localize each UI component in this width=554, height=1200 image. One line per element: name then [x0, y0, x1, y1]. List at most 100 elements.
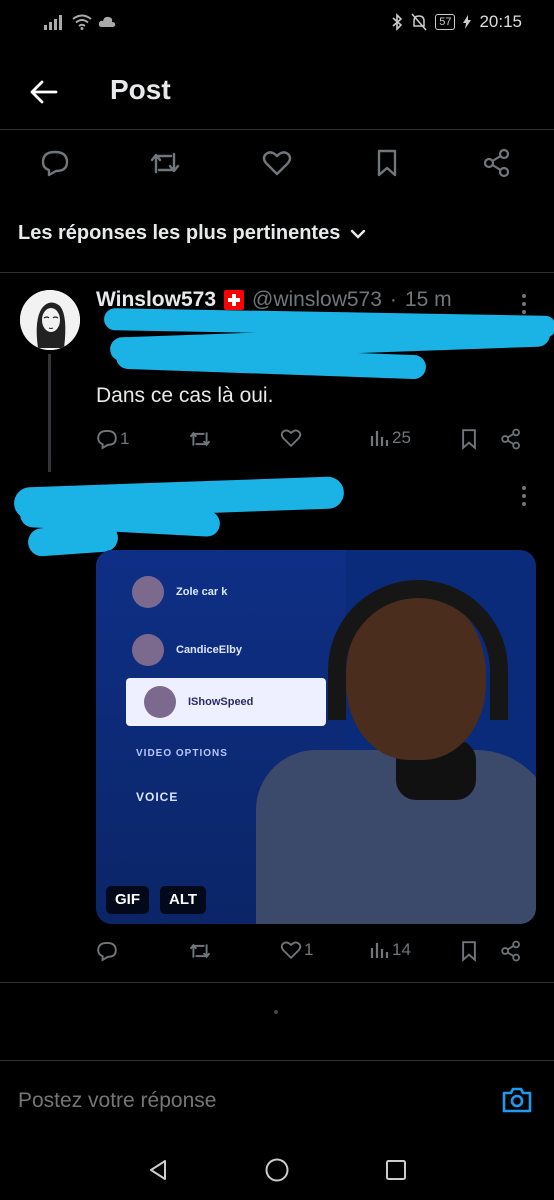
- media-text: IShowSpeed: [188, 696, 254, 708]
- more-options-button[interactable]: [514, 484, 534, 508]
- view-count: 14: [392, 940, 411, 959]
- tweet-text: Dans ce cas là oui.: [96, 384, 274, 407]
- heart-icon: [262, 151, 292, 176]
- like-button[interactable]: [260, 146, 294, 180]
- headphones-icon: [328, 580, 508, 720]
- page-title: Post: [110, 74, 171, 105]
- swiss-flag-icon: [224, 290, 245, 310]
- media-list-row: CandiceElby: [132, 634, 242, 666]
- repost-icon: [189, 431, 211, 447]
- bookmark-icon: [462, 429, 476, 450]
- reply-input[interactable]: [18, 1089, 438, 1113]
- media-text: CandiceElby: [176, 644, 243, 656]
- bookmark-button[interactable]: [460, 940, 478, 962]
- reply-actions: 1 14: [96, 940, 536, 970]
- divider: [0, 272, 554, 273]
- repost-icon: [150, 152, 180, 174]
- analytics-icon: [370, 943, 389, 958]
- sort-dropdown[interactable]: Les réponses les plus pertinentes: [18, 222, 366, 245]
- bookmark-button[interactable]: [460, 428, 478, 450]
- wifi-icon: [72, 14, 92, 30]
- circle-home-icon: [265, 1158, 289, 1182]
- media-gif[interactable]: Zole car k CandiceElby IShowSpeed VIDEO …: [96, 550, 536, 924]
- camera-icon: [502, 1087, 532, 1113]
- share-button[interactable]: [500, 428, 522, 450]
- heart-icon: [280, 429, 302, 448]
- battery-indicator: 57: [435, 14, 456, 30]
- reply-composer: [0, 1060, 554, 1140]
- like-count: 1: [304, 940, 314, 959]
- dot-icon: [522, 494, 526, 498]
- media-text: VOICE: [136, 790, 179, 804]
- triangle-back-icon: [150, 1160, 166, 1180]
- back-button[interactable]: [26, 74, 62, 110]
- comment-icon: [97, 941, 117, 962]
- app-header: Post: [0, 60, 554, 130]
- divider: [0, 982, 554, 983]
- bookmark-button[interactable]: [370, 146, 404, 180]
- share-icon: [501, 428, 520, 450]
- media-avatar: [132, 576, 164, 608]
- repost-button[interactable]: [188, 940, 212, 962]
- clock: 20:15: [479, 12, 522, 31]
- bookmark-icon: [377, 149, 397, 177]
- heart-icon: [280, 941, 302, 960]
- reply-count: 1: [120, 429, 130, 448]
- separator: ·: [389, 288, 397, 311]
- bluetooth-icon: [392, 13, 403, 31]
- share-icon: [501, 940, 520, 962]
- loading-dot: [274, 1010, 278, 1014]
- views-button[interactable]: 14: [370, 940, 411, 960]
- media-avatar: [144, 686, 176, 718]
- repost-icon: [189, 943, 211, 959]
- chevron-down-icon: [351, 229, 366, 239]
- media-avatar: [132, 634, 164, 666]
- camera-button[interactable]: [500, 1083, 534, 1117]
- media-text: VIDEO OPTIONS: [136, 748, 228, 759]
- reply-button[interactable]: [96, 940, 118, 962]
- reply-actions: 1 25: [96, 428, 536, 458]
- arrow-left-icon: [30, 80, 58, 104]
- avatar-drawing-icon: [20, 290, 80, 350]
- analytics-icon: [370, 431, 389, 446]
- back-nav-button[interactable]: [144, 1156, 172, 1184]
- thread-line: [48, 354, 51, 472]
- dot-icon: [522, 502, 526, 506]
- system-nav-bar: [0, 1140, 554, 1200]
- alt-badge[interactable]: ALT: [160, 886, 207, 914]
- repost-button[interactable]: [188, 428, 212, 450]
- home-nav-button[interactable]: [263, 1156, 291, 1184]
- share-icon: [483, 148, 510, 178]
- mute-bell-icon: [411, 13, 427, 31]
- charging-icon: [463, 15, 472, 29]
- dot-icon: [522, 486, 526, 490]
- comment-icon: [41, 150, 69, 177]
- dot-icon: [522, 294, 526, 298]
- share-button[interactable]: [480, 146, 514, 180]
- author-handle[interactable]: @winslow573: [252, 288, 382, 312]
- media-list-row: IShowSpeed: [144, 686, 253, 718]
- gif-badge: GIF: [106, 886, 149, 914]
- avatar[interactable]: [20, 290, 80, 350]
- like-button[interactable]: 1: [280, 940, 313, 960]
- sort-label: Les réponses les plus pertinentes: [18, 222, 341, 244]
- recents-nav-button[interactable]: [382, 1156, 410, 1184]
- post-actions-bar: [0, 132, 554, 196]
- reply-button[interactable]: 1: [96, 428, 129, 450]
- signal-icon: [44, 15, 62, 30]
- media-text: Zole car k: [176, 586, 228, 598]
- status-bar: 57 20:15: [0, 0, 554, 48]
- view-count: 25: [392, 428, 411, 447]
- repost-button[interactable]: [148, 146, 182, 180]
- more-options-button[interactable]: [514, 292, 534, 316]
- reply-button[interactable]: [38, 146, 72, 180]
- dot-icon: [522, 310, 526, 314]
- share-button[interactable]: [500, 940, 522, 962]
- media-list-row: Zole car k: [132, 576, 227, 608]
- views-button[interactable]: 25: [370, 428, 411, 448]
- bookmark-icon: [462, 941, 476, 962]
- cloud-icon: [98, 16, 116, 27]
- like-button[interactable]: [280, 428, 302, 448]
- square-recents-icon: [386, 1160, 406, 1180]
- dot-icon: [522, 302, 526, 306]
